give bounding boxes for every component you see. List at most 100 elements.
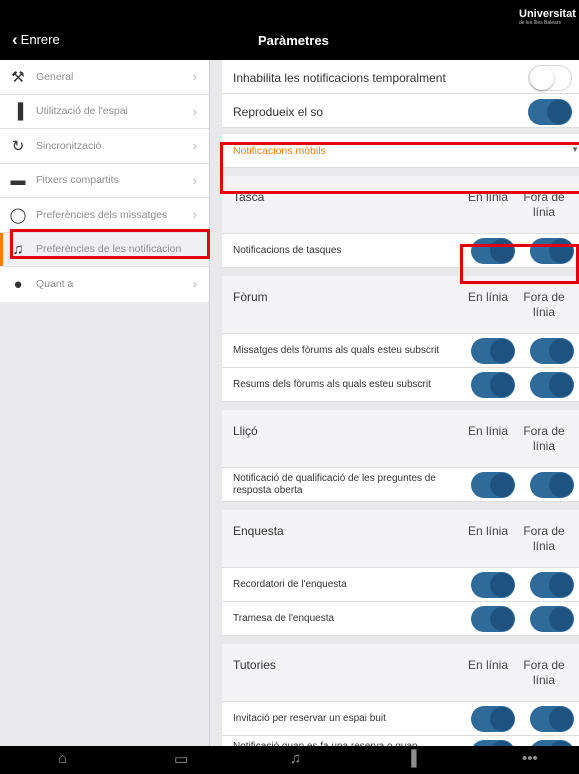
bell-icon[interactable]: ♫	[290, 750, 301, 767]
back-button[interactable]: ‹ Enrere	[12, 30, 60, 49]
sidebar-item-2[interactable]: ↻ Sincronització ›	[0, 129, 209, 164]
play-sound-toggle[interactable]	[528, 99, 572, 125]
chevron-right-icon: ›	[192, 276, 197, 291]
notification-row: Missatges dels fòrums als quals esteu su…	[222, 334, 579, 368]
notification-label: Resums dels fòrums als quals esteu subsc…	[233, 379, 431, 390]
chevron-right-icon: ›	[192, 207, 197, 222]
offline-toggle[interactable]	[530, 706, 574, 732]
online-toggle[interactable]	[471, 238, 515, 264]
online-column-header: En línia	[468, 424, 509, 438]
group-name: Fòrum	[233, 290, 268, 304]
chat-icon: ◯	[9, 206, 27, 224]
sidebar-item-1[interactable]: ▐ Utilització de l'espai ›	[0, 95, 209, 129]
notification-row: Notificació quan es fa una reserva o qua…	[222, 736, 579, 746]
online-toggle[interactable]	[471, 372, 515, 398]
offline-column-header: Fora de línia	[523, 190, 565, 219]
sidebar-item-label: Preferències de les notificacions	[36, 243, 182, 256]
sync-icon: ↻	[11, 137, 25, 155]
about-icon: ●	[13, 275, 23, 293]
online-column-header: En línia	[468, 524, 509, 538]
sidebar-item-label: General	[36, 70, 74, 83]
group-header: Lliçó En línia Fora de línia	[222, 410, 579, 468]
online-column-header: En línia	[468, 658, 509, 672]
sidebar-item-label: Utilització de l'espai	[36, 105, 128, 118]
group-header: Tasca En línia Fora de línia	[222, 176, 579, 234]
group-spacer	[222, 168, 579, 176]
grades-icon[interactable]: ▐	[406, 750, 417, 767]
offline-toggle[interactable]	[530, 572, 574, 598]
notification-row: Tramesa de l'enquesta	[222, 602, 579, 636]
chevron-right-icon: ›	[192, 172, 197, 188]
group-spacer	[222, 636, 579, 644]
notification-row: Resums dels fòrums als quals esteu subsc…	[222, 368, 579, 402]
notification-label: Invitació per reservar un espai buit	[233, 713, 386, 724]
sidebar-item-3[interactable]: ▬ Fitxers compartits ›	[0, 164, 209, 198]
offline-toggle[interactable]	[530, 472, 574, 498]
chevron-down-icon: ▼	[571, 145, 579, 154]
group-spacer	[222, 502, 579, 510]
group-name: Enquesta	[233, 524, 284, 538]
play-sound-label: Reprodueix el so	[233, 105, 324, 119]
notification-label: Notificacions de tasques	[233, 245, 342, 256]
back-label: Enrere	[20, 32, 60, 47]
notification-row: Notificació de qualificació de les pregu…	[222, 468, 579, 502]
sidebar-item-label: Fitxers compartits	[36, 174, 119, 187]
sidebar-item-5[interactable]: ♫ Preferències de les notificacions	[0, 232, 209, 267]
sidebar-item-6[interactable]: ● Quant a ›	[0, 267, 209, 302]
home-icon[interactable]: ⌂	[58, 750, 67, 767]
offline-column-header: Fora de línia	[523, 524, 565, 553]
online-column-header: En línia	[468, 290, 509, 304]
bottom-tab-bar: ⌂ ▭ ♫ ▐ •••	[0, 746, 579, 774]
online-toggle[interactable]	[471, 606, 515, 632]
group-spacer	[222, 402, 579, 410]
chevron-right-icon: ›	[192, 138, 197, 153]
page-title: Paràmetres	[258, 33, 329, 48]
sidebar-item-0[interactable]: ⚒ General ›	[0, 60, 209, 95]
online-toggle[interactable]	[471, 472, 515, 498]
group-name: Lliçó	[233, 424, 258, 438]
online-toggle[interactable]	[471, 338, 515, 364]
online-toggle[interactable]	[471, 706, 515, 732]
group-header: Fòrum En línia Fora de línia	[222, 276, 579, 334]
online-column-header: En línia	[468, 190, 509, 204]
university-logo: Universitat de les Illes Balears	[519, 8, 576, 26]
notification-row: Recordatori de l'enquesta	[222, 568, 579, 602]
online-toggle[interactable]	[471, 572, 515, 598]
notification-label: Missatges dels fòrums als quals esteu su…	[233, 345, 440, 356]
more-icon[interactable]: •••	[522, 750, 538, 767]
folder-icon: ▬	[10, 171, 26, 189]
notification-row: Notificacions de tasques	[222, 234, 579, 268]
bar-chart-icon: ▐	[12, 102, 24, 120]
offline-toggle[interactable]	[530, 338, 574, 364]
group-spacer	[222, 268, 579, 276]
calendar-icon[interactable]: ▭	[174, 750, 188, 768]
offline-column-header: Fora de línia	[523, 290, 565, 319]
group-name: Tasca	[233, 190, 265, 204]
chevron-right-icon: ›	[192, 69, 197, 84]
notification-label: Notificació de qualificació de les pregu…	[233, 473, 436, 496]
processor-select-value: Notificacions mòbils	[233, 145, 326, 157]
processor-select[interactable]: Notificacions mòbils ▼	[222, 134, 579, 168]
notification-row: Invitació per reservar un espai buit	[222, 702, 579, 736]
disable-notifications-toggle[interactable]	[528, 65, 572, 91]
sidebar-item-label: Preferències dels missatges	[36, 208, 168, 221]
offline-toggle[interactable]	[530, 606, 574, 632]
offline-toggle[interactable]	[530, 372, 574, 398]
group-header: Tutories En línia Fora de línia	[222, 644, 579, 702]
offline-column-header: Fora de línia	[523, 658, 565, 687]
group-header: Enquesta En línia Fora de línia	[222, 510, 579, 568]
chevron-left-icon: ‹	[12, 30, 18, 49]
wrench-icon: ⚒	[11, 68, 25, 86]
play-sound-row: Reprodueix el so	[222, 94, 579, 128]
sidebar-item-4[interactable]: ◯ Preferències dels missatges ›	[0, 198, 209, 233]
sidebar-item-label: Quant a	[36, 278, 74, 291]
group-name: Tutories	[233, 658, 276, 672]
sidebar-item-label: Sincronització	[36, 139, 102, 152]
chevron-right-icon: ›	[192, 103, 197, 119]
bell-icon: ♫	[12, 240, 24, 258]
notification-label: Recordatori de l'enquesta	[233, 579, 347, 590]
notification-preferences-panel: Inhabilita les notificacions temporalmen…	[222, 60, 579, 746]
offline-column-header: Fora de línia	[523, 424, 565, 453]
offline-toggle[interactable]	[530, 238, 574, 264]
notification-label: Tramesa de l'enquesta	[233, 613, 335, 624]
